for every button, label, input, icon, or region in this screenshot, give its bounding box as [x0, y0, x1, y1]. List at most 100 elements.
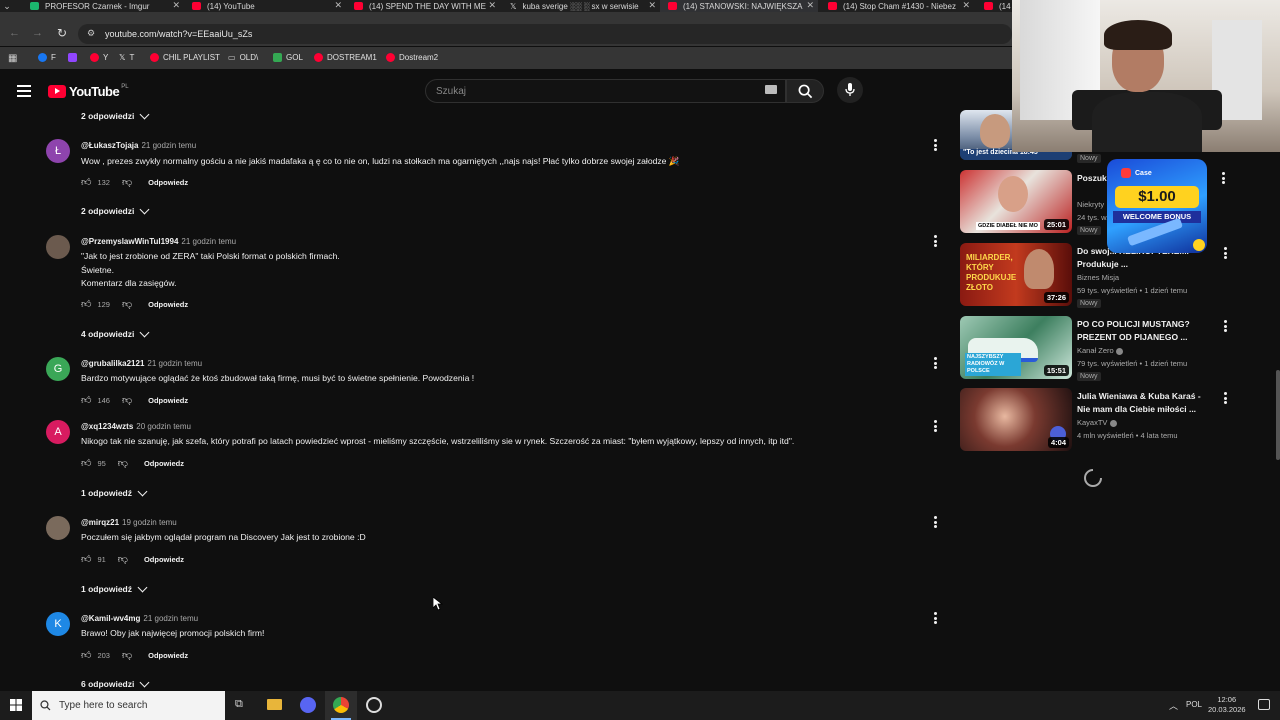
- avatar[interactable]: Ł: [46, 139, 70, 163]
- related-video[interactable]: NAJSZYBSZY RADIOWÓZ W POLSCE 15:51 PO CO…: [960, 316, 1227, 382]
- youtube-logo[interactable]: YouTube PL: [48, 84, 129, 99]
- like-icon[interactable]: 👍︎: [81, 553, 91, 565]
- video-title[interactable]: Julia Wieniawa & Kuba Karaś - Nie mam dl…: [1077, 390, 1205, 415]
- view-replies-button[interactable]: 4 odpowiedzi: [81, 327, 150, 339]
- video-thumbnail[interactable]: MILIARDER, KTÓRY PRODUKUJE ZŁOTO 37:26: [960, 243, 1072, 306]
- close-tab-icon[interactable]: ✕: [648, 0, 656, 11]
- more-options-icon[interactable]: [1222, 247, 1228, 261]
- avatar[interactable]: A: [46, 420, 70, 444]
- bookmark-item[interactable]: F: [38, 53, 56, 62]
- close-tab-icon[interactable]: ✕: [806, 0, 814, 11]
- reply-button[interactable]: Odpowiedz: [148, 651, 188, 660]
- notification-icon[interactable]: [1258, 699, 1270, 710]
- bookmark-item[interactable]: Dostream2: [386, 53, 438, 62]
- bookmark-item[interactable]: GOL: [273, 53, 303, 62]
- more-options-icon[interactable]: [932, 516, 938, 530]
- more-options-icon[interactable]: [932, 357, 938, 371]
- more-options-icon[interactable]: [1220, 172, 1226, 186]
- more-options-icon[interactable]: [1222, 392, 1228, 406]
- search-input[interactable]: Szukaj: [425, 79, 786, 103]
- discord-icon[interactable]: [300, 697, 316, 713]
- comment-author[interactable]: @mirqz21: [81, 518, 119, 527]
- more-options-icon[interactable]: [932, 420, 938, 434]
- comment-author[interactable]: @ŁukaszTojaja: [81, 141, 138, 150]
- taskbar-search-input[interactable]: Type here to search: [32, 691, 225, 720]
- comment-time[interactable]: 21 godzin temu: [181, 237, 236, 246]
- avatar[interactable]: K: [46, 612, 70, 636]
- comment-time[interactable]: 20 godzin temu: [136, 422, 191, 431]
- chevron-up-icon[interactable]: ︿: [1169, 699, 1178, 712]
- more-options-icon[interactable]: [932, 235, 938, 249]
- video-thumbnail[interactable]: GDZIE DIABEŁ NIE MO 25:01: [960, 170, 1072, 233]
- bookmark-item[interactable]: CHIL PLAYLIST: [150, 53, 220, 62]
- task-view-icon[interactable]: ⧉: [235, 698, 243, 711]
- close-tab-icon[interactable]: ✕: [334, 0, 342, 11]
- reply-button[interactable]: Odpowiedz: [144, 459, 184, 468]
- view-replies-button[interactable]: 1 odpowiedź: [81, 486, 148, 498]
- related-video[interactable]: 4:04 Julia Wieniawa & Kuba Karaś - Nie m…: [960, 388, 1227, 454]
- browser-tab[interactable]: (14) YouTube ✕: [184, 0, 346, 12]
- comment-author[interactable]: @grubalilka2121: [81, 359, 144, 368]
- avatar[interactable]: [46, 516, 70, 540]
- bookmark-item[interactable]: Y: [90, 53, 108, 62]
- like-icon[interactable]: 👍︎: [81, 176, 91, 188]
- comment-time[interactable]: 21 godzin temu: [147, 359, 202, 368]
- bookmark-item[interactable]: 𝕏T: [119, 53, 134, 62]
- dislike-icon[interactable]: 👎︎: [118, 553, 128, 565]
- dislike-icon[interactable]: 👎︎: [118, 457, 128, 469]
- channel-name[interactable]: KayaxTV: [1077, 418, 1117, 427]
- browser-tab[interactable]: PROFESOR Czarnek - Imgur ✕: [22, 0, 184, 12]
- browser-tab[interactable]: (14) SPEND THE DAY WITH ME ✕: [346, 0, 500, 12]
- video-thumbnail[interactable]: 4:04: [960, 388, 1072, 451]
- language-indicator[interactable]: POL: [1186, 700, 1202, 709]
- forward-arrow-icon[interactable]: →: [32, 27, 43, 39]
- dislike-icon[interactable]: 👎︎: [122, 176, 132, 188]
- view-replies-button[interactable]: 2 odpowiedzi: [81, 109, 150, 121]
- channel-name[interactable]: Kanał Zero: [1077, 346, 1123, 355]
- like-icon[interactable]: 👍︎: [81, 457, 91, 469]
- reload-icon[interactable]: ↻: [57, 26, 67, 40]
- view-replies-button[interactable]: 1 odpowiedź: [81, 582, 148, 594]
- dislike-icon[interactable]: 👎︎: [122, 394, 132, 406]
- more-options-icon[interactable]: [932, 612, 938, 626]
- video-title[interactable]: PO CO POLICJI MUSTANG? PREZENT OD PIJANE…: [1077, 318, 1205, 343]
- view-replies-button[interactable]: 2 odpowiedzi: [81, 204, 150, 216]
- bookmark-folder[interactable]: ▭ OLD\: [228, 53, 258, 62]
- apps-grid-icon[interactable]: ▦: [8, 53, 17, 64]
- clock[interactable]: 12:06 20.03.2026: [1208, 695, 1246, 715]
- comment-time[interactable]: 21 godzin temu: [143, 614, 198, 623]
- url-field[interactable]: ⚙ youtube.com/watch?v=EEaaiUu_sZs: [78, 24, 1012, 44]
- close-tab-icon[interactable]: ✕: [172, 0, 180, 11]
- bookmark-item[interactable]: DOSTREAM1: [314, 53, 377, 62]
- like-icon[interactable]: 👍︎: [81, 298, 91, 310]
- comment-author[interactable]: @xq1234wzts: [81, 422, 133, 431]
- ad-overlay[interactable]: Case $1.00 WELCOME BONUS: [1107, 159, 1207, 253]
- reply-button[interactable]: Odpowiedz: [148, 396, 188, 405]
- close-tab-icon[interactable]: ✕: [488, 0, 496, 11]
- dislike-icon[interactable]: 👎︎: [122, 298, 132, 310]
- browser-tab[interactable]: (14) Stop Cham #1430 - Niebez ✕: [820, 0, 974, 12]
- scrollbar-thumb[interactable]: [1276, 370, 1280, 460]
- comment-time[interactable]: 21 godzin temu: [141, 141, 196, 150]
- browser-tab[interactable]: 𝕏kuba sverige ░░ ░ sx w serwisie ✕: [502, 0, 660, 12]
- channel-name[interactable]: Niekryty: [1077, 200, 1104, 209]
- tab-search-menu[interactable]: ⌄: [0, 0, 14, 12]
- reply-button[interactable]: Odpowiedz: [144, 555, 184, 564]
- site-info-icon[interactable]: ⚙: [87, 28, 95, 39]
- reply-button[interactable]: Odpowiedz: [148, 300, 188, 309]
- obs-icon[interactable]: [366, 697, 382, 713]
- like-icon[interactable]: 👍︎: [81, 649, 91, 661]
- file-explorer-icon[interactable]: [267, 699, 282, 710]
- keyboard-icon[interactable]: [765, 85, 777, 94]
- avatar[interactable]: [46, 235, 70, 259]
- browser-tab-active[interactable]: (14) STANOWSKI: NAJWIĘKSZA ✕: [660, 0, 818, 12]
- comment-author[interactable]: @PrzemyslawWinTul1994: [81, 237, 178, 246]
- chrome-taskbar-item[interactable]: [325, 691, 357, 720]
- more-options-icon[interactable]: [1222, 320, 1228, 334]
- windows-start-icon[interactable]: [10, 699, 22, 711]
- search-button[interactable]: [786, 79, 824, 103]
- like-icon[interactable]: 👍︎: [81, 394, 91, 406]
- browser-tab[interactable]: (14: [976, 0, 1012, 12]
- bookmark-item[interactable]: [68, 53, 81, 62]
- reply-button[interactable]: Odpowiedz: [148, 178, 188, 187]
